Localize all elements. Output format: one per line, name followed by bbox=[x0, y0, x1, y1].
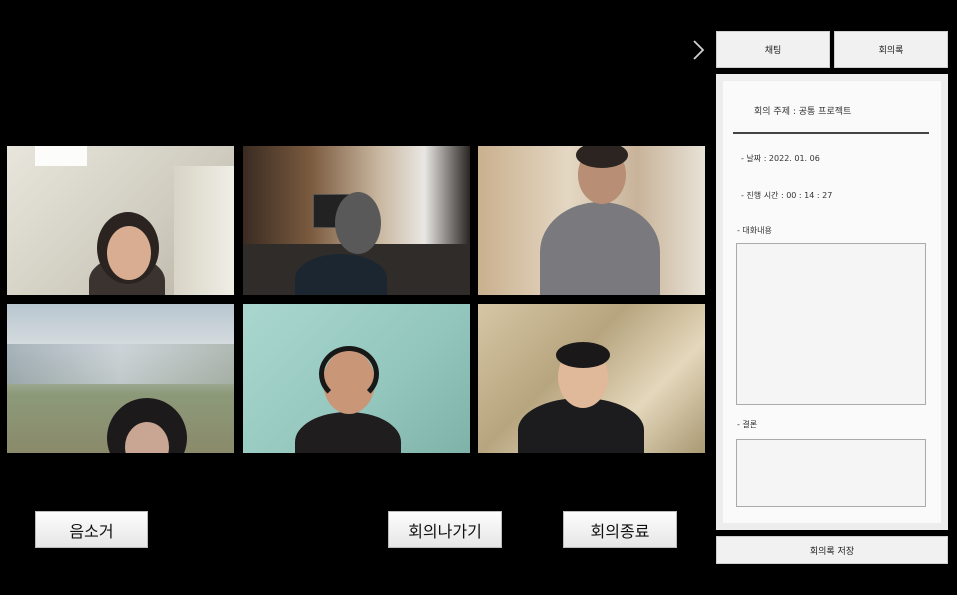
headset-icon bbox=[319, 346, 379, 402]
conversation-label: - 대화내용 bbox=[737, 226, 772, 235]
video-tile-5 bbox=[243, 304, 470, 453]
end-meeting-button[interactable]: 회의종료 bbox=[563, 511, 677, 548]
participant-hair bbox=[556, 342, 610, 368]
conclusion-textarea[interactable] bbox=[736, 439, 926, 507]
minutes-panel-inner: 회의 주제 : 공통 프로젝트 - 날짜 : 2022. 01. 06 - 진행… bbox=[723, 81, 941, 523]
tab-chat[interactable]: 채팅 bbox=[716, 31, 830, 68]
conclusion-label: - 결론 bbox=[737, 420, 758, 429]
ceiling-light bbox=[35, 146, 87, 166]
topic-value: 공통 프로젝트 bbox=[798, 107, 852, 117]
participant-face bbox=[107, 226, 151, 280]
window bbox=[174, 166, 234, 295]
mute-button[interactable]: 음소거 bbox=[35, 511, 148, 548]
video-tile-6 bbox=[478, 304, 705, 453]
tab-minutes[interactable]: 회의록 bbox=[834, 31, 948, 68]
chevron-right-icon[interactable] bbox=[690, 39, 706, 61]
participant-body bbox=[295, 254, 387, 295]
participant-head bbox=[335, 192, 381, 254]
participant-body bbox=[540, 202, 660, 295]
video-tile-1 bbox=[7, 146, 234, 295]
date-text: - 날짜 : 2022. 01. 06 bbox=[741, 154, 820, 163]
participant-body bbox=[295, 412, 401, 453]
divider bbox=[733, 132, 929, 134]
video-tile-4 bbox=[7, 304, 234, 453]
minutes-panel: 회의 주제 : 공통 프로젝트 - 날짜 : 2022. 01. 06 - 진행… bbox=[716, 74, 948, 530]
save-minutes-button[interactable]: 회의록 저장 bbox=[716, 536, 948, 564]
topic-row: 회의 주제 : 공통 프로젝트 bbox=[754, 104, 851, 117]
topic-label: 회의 주제 : bbox=[754, 107, 796, 117]
leave-meeting-button[interactable]: 회의나가기 bbox=[388, 511, 502, 548]
video-tile-3 bbox=[478, 146, 705, 295]
mountains bbox=[7, 344, 234, 384]
elapsed-time-text: - 진행 시간 : 00 : 14 : 27 bbox=[741, 191, 833, 200]
video-tile-2 bbox=[243, 146, 470, 295]
conversation-textarea[interactable] bbox=[736, 243, 926, 405]
